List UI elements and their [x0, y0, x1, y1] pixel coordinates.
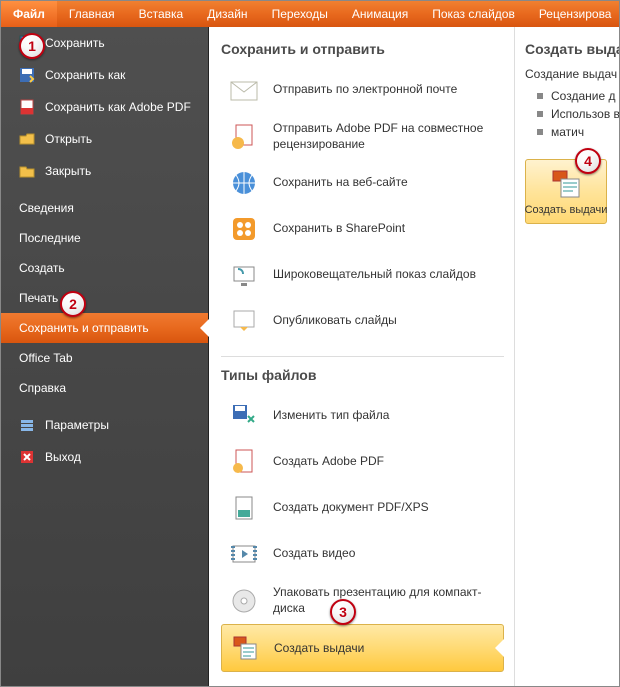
detail-bullet: матич: [525, 123, 615, 141]
exit-icon: [19, 449, 35, 465]
ribbon: Файл Главная Вставка Дизайн Переходы Ани…: [1, 1, 619, 27]
sidebar-item-new[interactable]: Создать: [1, 253, 208, 283]
cmd-create-handouts[interactable]: Создать выдачи: [221, 624, 504, 672]
options-icon: [19, 417, 35, 433]
annotation-badge-4: 4: [575, 148, 601, 174]
cmd-label: Широковещательный показ слайдов: [273, 267, 476, 283]
globe-icon: [229, 168, 259, 198]
sidebar-item-label: Открыть: [45, 132, 190, 146]
video-icon: [229, 539, 259, 569]
folder-open-icon: [19, 131, 35, 147]
cmd-label: Опубликовать слайды: [273, 313, 397, 329]
ribbon-tab-slideshow[interactable]: Показ слайдов: [420, 1, 527, 27]
ribbon-tab-file[interactable]: Файл: [1, 1, 57, 27]
ribbon-tab-review[interactable]: Рецензирова: [527, 1, 620, 27]
button-label: Создать выдачи: [525, 204, 608, 217]
ribbon-tab-design[interactable]: Дизайн: [195, 1, 259, 27]
sidebar-item-label: Сведения: [19, 201, 190, 215]
publish-icon: [229, 306, 259, 336]
backstage-content: Сохранить и отправить Отправить по элект…: [209, 27, 619, 686]
sidebar-item-save-as-pdf[interactable]: Сохранить как Adobe PDF: [1, 91, 208, 123]
file-backstage-sidebar: Сохранить Сохранить как Сохранить как Ad…: [1, 27, 209, 686]
sidebar-item-recent[interactable]: Последние: [1, 223, 208, 253]
detail-bullet: Использов выдачи: [525, 105, 615, 123]
cmd-change-filetype[interactable]: Изменить тип файла: [221, 393, 504, 439]
sidebar-item-info[interactable]: Сведения: [1, 193, 208, 223]
sidebar-item-save-send[interactable]: Сохранить и отправить: [1, 313, 208, 343]
sidebar-item-label: Создать: [19, 261, 190, 275]
cmd-label: Создать видео: [273, 546, 355, 562]
cmd-publish-slides[interactable]: Опубликовать слайды: [221, 298, 504, 344]
pdf-icon: [229, 447, 259, 477]
sidebar-item-label: Сохранить и отправить: [19, 321, 190, 335]
sidebar-item-label: Печать: [19, 291, 190, 305]
cmd-save-web[interactable]: Сохранить на веб-сайте: [221, 160, 504, 206]
cmd-label: Создать Adobe PDF: [273, 454, 384, 470]
pdf-gear-icon: [229, 122, 259, 152]
sidebar-item-print[interactable]: Печать: [1, 283, 208, 313]
save-send-column: Сохранить и отправить Отправить по элект…: [209, 27, 514, 686]
broadcast-icon: [229, 260, 259, 290]
sharepoint-icon: [229, 214, 259, 244]
sidebar-item-label: Сохранить как: [45, 68, 190, 82]
cmd-create-adobe-pdf[interactable]: Создать Adobe PDF: [221, 439, 504, 485]
sidebar-item-label: Office Tab: [19, 351, 190, 365]
pdf-xps-icon: [229, 493, 259, 523]
cmd-send-email[interactable]: Отправить по электронной почте: [221, 67, 504, 113]
mail-icon: [229, 75, 259, 105]
annotation-badge-1: 1: [19, 33, 45, 59]
cmd-label: Отправить Adobe PDF на совместное реценз…: [273, 121, 496, 152]
folder-icon: [19, 163, 35, 179]
ribbon-tab-home[interactable]: Главная: [57, 1, 127, 27]
detail-desc: Создание выдач: [525, 67, 615, 81]
cmd-create-pdf-xps[interactable]: Создать документ PDF/XPS: [221, 485, 504, 531]
ribbon-tab-insert[interactable]: Вставка: [127, 1, 196, 27]
save-as-icon: [19, 67, 35, 83]
sidebar-item-close[interactable]: Закрыть: [1, 155, 208, 187]
sidebar-item-options[interactable]: Параметры: [1, 409, 208, 441]
ribbon-tab-animations[interactable]: Анимация: [340, 1, 420, 27]
cmd-label: Создать выдачи: [274, 641, 364, 657]
sidebar-item-label: Справка: [19, 381, 190, 395]
pdf-icon: [19, 99, 35, 115]
sidebar-item-label: Последние: [19, 231, 190, 245]
sidebar-item-label: Выход: [45, 450, 190, 464]
sidebar-item-label: Сохранить как Adobe PDF: [45, 100, 191, 114]
detail-bullet: Создание д: [525, 87, 615, 105]
cmd-package-cd[interactable]: Упаковать презентацию для компакт-диска: [221, 577, 504, 624]
cmd-label: Создать документ PDF/XPS: [273, 500, 429, 516]
section-title-file-types: Типы файлов: [221, 367, 504, 383]
sidebar-item-exit[interactable]: Выход: [1, 441, 208, 473]
ribbon-tab-transitions[interactable]: Переходы: [260, 1, 340, 27]
change-type-icon: [229, 401, 259, 431]
section-title-save-send: Сохранить и отправить: [221, 41, 504, 57]
handouts-icon: [550, 168, 582, 200]
sidebar-item-open[interactable]: Открыть: [1, 123, 208, 155]
cmd-label: Упаковать презентацию для компакт-диска: [273, 585, 496, 616]
cmd-save-sharepoint[interactable]: Сохранить в SharePoint: [221, 206, 504, 252]
sidebar-item-label: Закрыть: [45, 164, 190, 178]
sidebar-item-help[interactable]: Справка: [1, 373, 208, 403]
cmd-create-video[interactable]: Создать видео: [221, 531, 504, 577]
cmd-label: Сохранить в SharePoint: [273, 221, 405, 237]
handouts-icon: [230, 633, 260, 663]
cmd-broadcast[interactable]: Широковещательный показ слайдов: [221, 252, 504, 298]
cmd-label: Отправить по электронной почте: [273, 82, 457, 98]
sidebar-item-label: Параметры: [45, 418, 190, 432]
sidebar-item-label: Сохранить: [45, 36, 190, 50]
cmd-label: Изменить тип файла: [273, 408, 389, 424]
sidebar-item-save-as[interactable]: Сохранить как: [1, 59, 208, 91]
detail-title: Создать выдач: [525, 41, 615, 57]
cmd-label: Сохранить на веб-сайте: [273, 175, 408, 191]
sidebar-item-office-tab[interactable]: Office Tab: [1, 343, 208, 373]
annotation-badge-2: 2: [60, 291, 86, 317]
detail-panel: Создать выдач Создание выдач Создание д …: [514, 27, 619, 686]
annotation-badge-3: 3: [330, 599, 356, 625]
cmd-send-pdf-review[interactable]: Отправить Adobe PDF на совместное реценз…: [221, 113, 504, 160]
cd-icon: [229, 586, 259, 616]
